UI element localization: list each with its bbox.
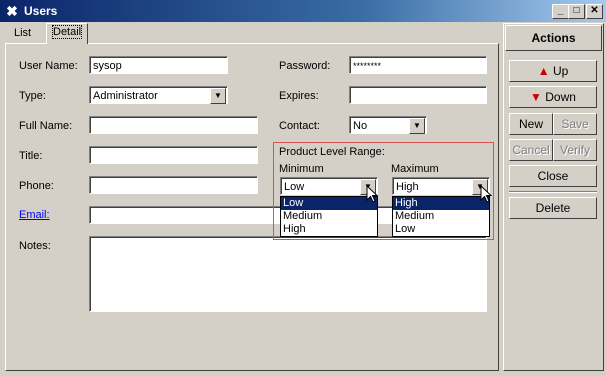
minimize-button[interactable]: _ xyxy=(552,4,569,19)
tab-list-label: List xyxy=(14,27,32,39)
type-label: Type: xyxy=(19,90,46,102)
minimum-option[interactable]: High xyxy=(281,223,377,236)
email-link[interactable]: Email: xyxy=(19,209,50,221)
up-button-label: Up xyxy=(552,64,569,78)
contact-label: Contact: xyxy=(279,120,320,132)
window-title: Users xyxy=(24,4,58,18)
minimum-select-value: Low xyxy=(284,181,305,193)
maximum-option[interactable]: Low xyxy=(393,223,489,236)
minimum-select[interactable]: Low ▼ xyxy=(280,177,378,195)
expires-input[interactable] xyxy=(349,86,487,104)
password-input[interactable]: ******** xyxy=(349,56,487,74)
cancel-button-label: Cancel xyxy=(512,143,550,157)
user-name-label: User Name: xyxy=(19,60,78,72)
delete-button-label: Delete xyxy=(535,201,571,215)
mouse-cursor-icon xyxy=(480,185,492,203)
expires-label: Expires: xyxy=(279,90,319,102)
arrow-up-icon: ▲ xyxy=(537,64,550,78)
new-button-label: New xyxy=(518,117,543,131)
password-label: Password: xyxy=(279,60,331,72)
maximum-label: Maximum xyxy=(391,163,439,175)
up-button[interactable]: ▲ Up xyxy=(509,60,597,82)
phone-label: Phone: xyxy=(19,180,54,192)
contact-select-value: No xyxy=(353,120,368,132)
actions-header: Actions xyxy=(505,25,602,51)
save-button[interactable]: Save xyxy=(553,113,597,135)
title-input[interactable] xyxy=(89,146,258,164)
verify-button[interactable]: Verify xyxy=(553,139,597,161)
product-level-range-label: Product Level Range: xyxy=(279,146,385,158)
delete-button[interactable]: Delete xyxy=(509,197,597,219)
verify-button-label: Verify xyxy=(559,143,590,157)
minimum-label: Minimum xyxy=(279,163,324,175)
close-window-button[interactable]: ✕ xyxy=(586,4,603,19)
type-select[interactable]: Administrator ▼ xyxy=(89,86,228,104)
chevron-down-icon[interactable]: ▼ xyxy=(409,118,425,134)
type-select-value: Administrator xyxy=(93,90,158,102)
maximum-option[interactable]: Medium xyxy=(393,210,489,223)
mouse-cursor-icon xyxy=(366,185,378,203)
maximum-select[interactable]: High ▼ xyxy=(392,177,490,195)
app-icon: ✖ xyxy=(6,3,18,19)
tab-detail-label: Detail xyxy=(51,25,83,39)
maximize-button[interactable]: □ xyxy=(568,4,585,19)
arrow-down-icon: ▼ xyxy=(530,90,542,104)
minimum-option[interactable]: Low xyxy=(281,197,377,210)
chevron-down-icon[interactable]: ▼ xyxy=(210,88,226,104)
user-name-input[interactable]: sysop xyxy=(89,56,228,74)
minimum-option[interactable]: Medium xyxy=(281,210,377,223)
notes-textarea[interactable] xyxy=(89,236,487,312)
down-button[interactable]: ▼ Down xyxy=(509,86,597,108)
maximum-dropdown-list[interactable]: High Medium Low xyxy=(392,196,490,237)
maximum-select-value: High xyxy=(396,181,419,193)
down-button-label: Down xyxy=(545,90,576,104)
title-label: Title: xyxy=(19,150,43,162)
contact-select[interactable]: No ▼ xyxy=(349,116,427,134)
close-button[interactable]: Close xyxy=(509,165,597,187)
full-name-label: Full Name: xyxy=(19,120,73,132)
tab-detail[interactable]: Detail xyxy=(46,23,89,44)
maximum-option[interactable]: High xyxy=(393,197,489,210)
actions-divider xyxy=(509,191,597,193)
save-button-label: Save xyxy=(561,117,589,131)
tab-list[interactable]: List xyxy=(8,25,37,42)
new-button[interactable]: New xyxy=(509,113,553,135)
title-bar[interactable] xyxy=(0,0,606,22)
cancel-button[interactable]: Cancel xyxy=(509,139,553,161)
notes-label: Notes: xyxy=(19,240,51,252)
phone-input[interactable] xyxy=(89,176,258,194)
minimum-dropdown-list[interactable]: Low Medium High xyxy=(280,196,378,237)
full-name-input[interactable] xyxy=(89,116,258,134)
close-button-label: Close xyxy=(537,169,569,183)
